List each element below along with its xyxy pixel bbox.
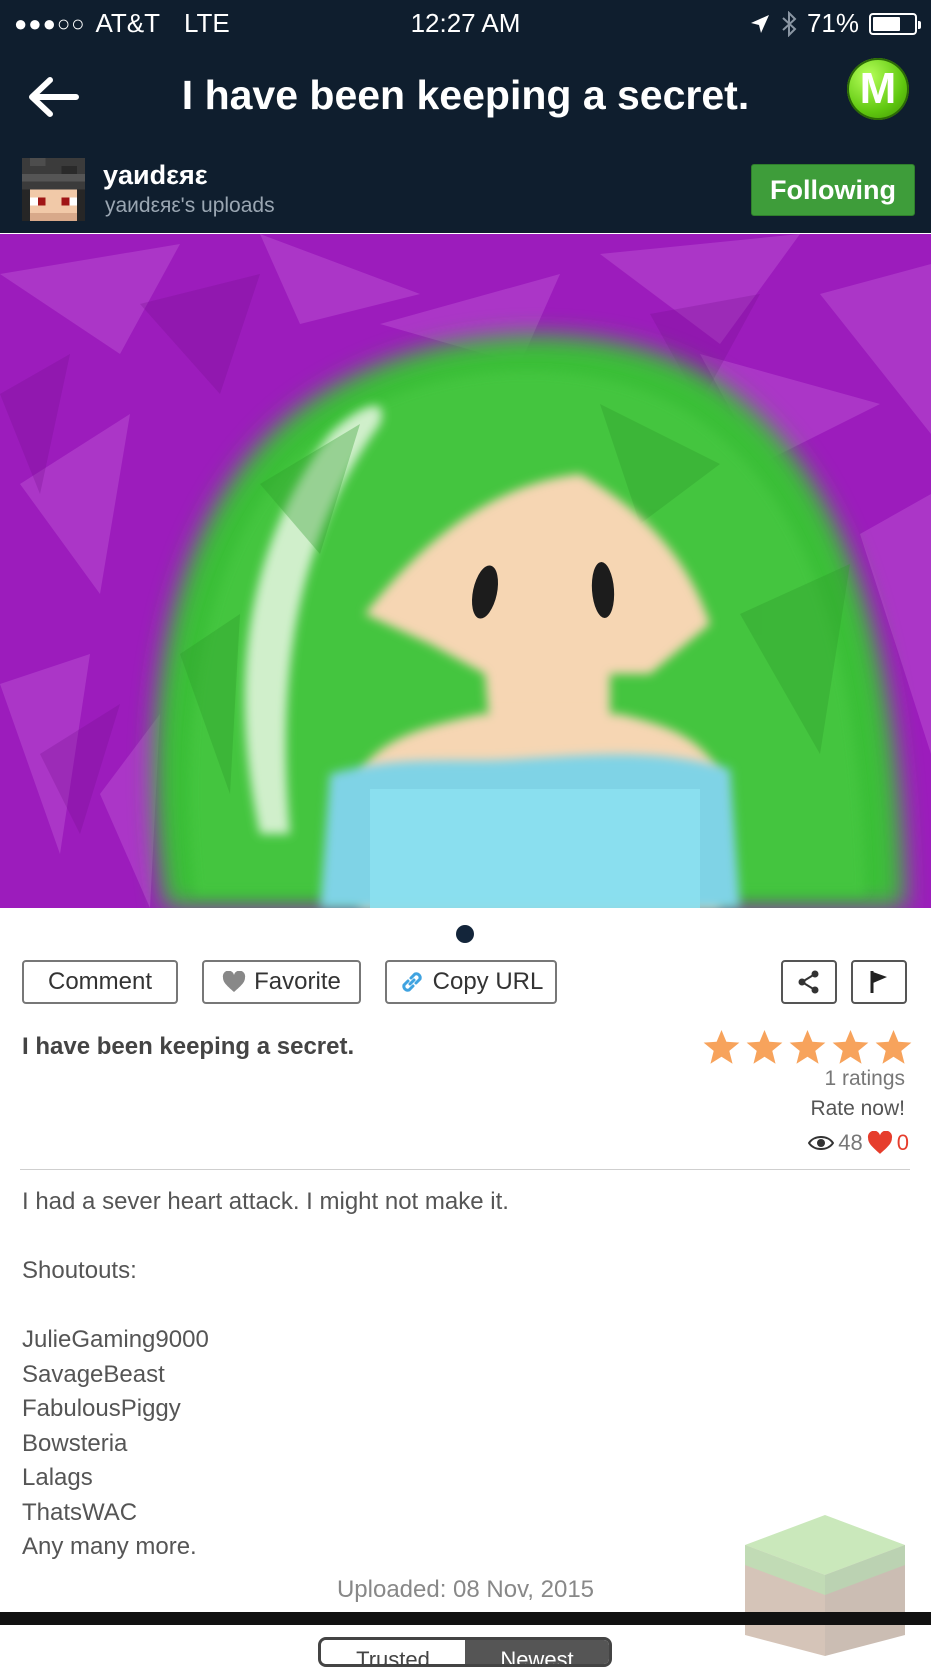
description-line: Shoutouts: xyxy=(22,1257,137,1284)
bottom-toolbar xyxy=(0,1612,931,1625)
user-uploads-link[interactable]: yaиdεяε's uploads xyxy=(105,194,275,218)
sort-tabs: Trusted Newest xyxy=(318,1637,612,1667)
report-button[interactable] xyxy=(851,960,907,1004)
description-line: ThatsWAC xyxy=(22,1498,138,1526)
upload-date: Uploaded: 08 Nov, 2015 xyxy=(336,1576,595,1603)
post-image[interactable] xyxy=(0,234,931,908)
comment-button[interactable]: Comment xyxy=(22,960,178,1004)
star-icon[interactable] xyxy=(831,1028,870,1066)
heart-icon xyxy=(867,1131,892,1154)
battery-fill xyxy=(873,16,901,31)
description-line: Bowsteria xyxy=(22,1429,128,1457)
following-button[interactable]: Following xyxy=(751,164,915,216)
star-icon[interactable] xyxy=(702,1028,741,1066)
app-logo[interactable]: M xyxy=(847,58,909,120)
description-line: I had a sever heart attack. I might not … xyxy=(22,1188,509,1215)
favorite-label: Favorite xyxy=(254,968,341,995)
back-arrow-icon[interactable] xyxy=(24,72,84,122)
share-button[interactable] xyxy=(781,960,837,1004)
page-title: I have been keeping a secret. xyxy=(181,72,750,118)
status-bar: ●●●○○ AT&T LTE 12:27 AM 71% xyxy=(0,0,931,46)
nav-bar: I have been keeping a secret. M xyxy=(0,50,931,142)
post-stats: 48 0 xyxy=(808,1130,909,1156)
flag-icon xyxy=(870,971,887,993)
avatar[interactable] xyxy=(22,158,85,221)
header: ●●●○○ AT&T LTE 12:27 AM 71% I have been … xyxy=(0,0,931,233)
location-arrow-icon xyxy=(750,14,769,33)
favorite-button[interactable]: Favorite xyxy=(202,960,361,1004)
share-icon xyxy=(798,970,819,994)
user-bar: yaиdεяε yaиdεяε's uploads Following xyxy=(0,150,931,232)
description-line: Lalags xyxy=(22,1464,93,1491)
copy-url-label: Copy URL xyxy=(432,968,544,995)
username[interactable]: yaиdεяε xyxy=(103,160,208,191)
carousel-page-dot[interactable] xyxy=(456,925,474,943)
description-line: Any many more. xyxy=(22,1533,197,1560)
artwork-drawing xyxy=(0,234,931,908)
ratings-count: 1 ratings xyxy=(824,1067,905,1090)
battery-icon xyxy=(869,12,921,35)
tab-trusted[interactable]: Trusted xyxy=(321,1640,465,1664)
star-icon[interactable] xyxy=(874,1028,913,1066)
comment-label: Comment xyxy=(47,968,153,995)
star-rating[interactable] xyxy=(702,1028,913,1066)
eye-icon xyxy=(808,1136,835,1150)
description-line: FabulousPiggy xyxy=(22,1395,181,1422)
description-line: JulieGaming9000 xyxy=(22,1326,209,1353)
copy-url-button[interactable]: Copy URL xyxy=(385,960,557,1004)
status-right: 71% xyxy=(749,8,921,39)
heart-icon xyxy=(223,971,246,992)
bluetooth-icon xyxy=(782,10,797,37)
tab-newest[interactable]: Newest xyxy=(465,1640,609,1664)
post-description: I had a sever heart attack. I might not … xyxy=(22,1185,509,1565)
like-count: 0 xyxy=(896,1130,909,1155)
link-icon xyxy=(401,972,422,992)
star-icon[interactable] xyxy=(745,1028,784,1066)
rate-now-link[interactable]: Rate now! xyxy=(810,1097,905,1121)
star-icon[interactable] xyxy=(788,1028,827,1066)
view-count: 48 xyxy=(838,1130,863,1155)
divider xyxy=(20,1169,910,1170)
battery-percent: 71% xyxy=(806,8,859,38)
description-line: SavageBeast xyxy=(22,1360,165,1388)
post-title: I have been keeping a secret. xyxy=(22,1033,355,1060)
